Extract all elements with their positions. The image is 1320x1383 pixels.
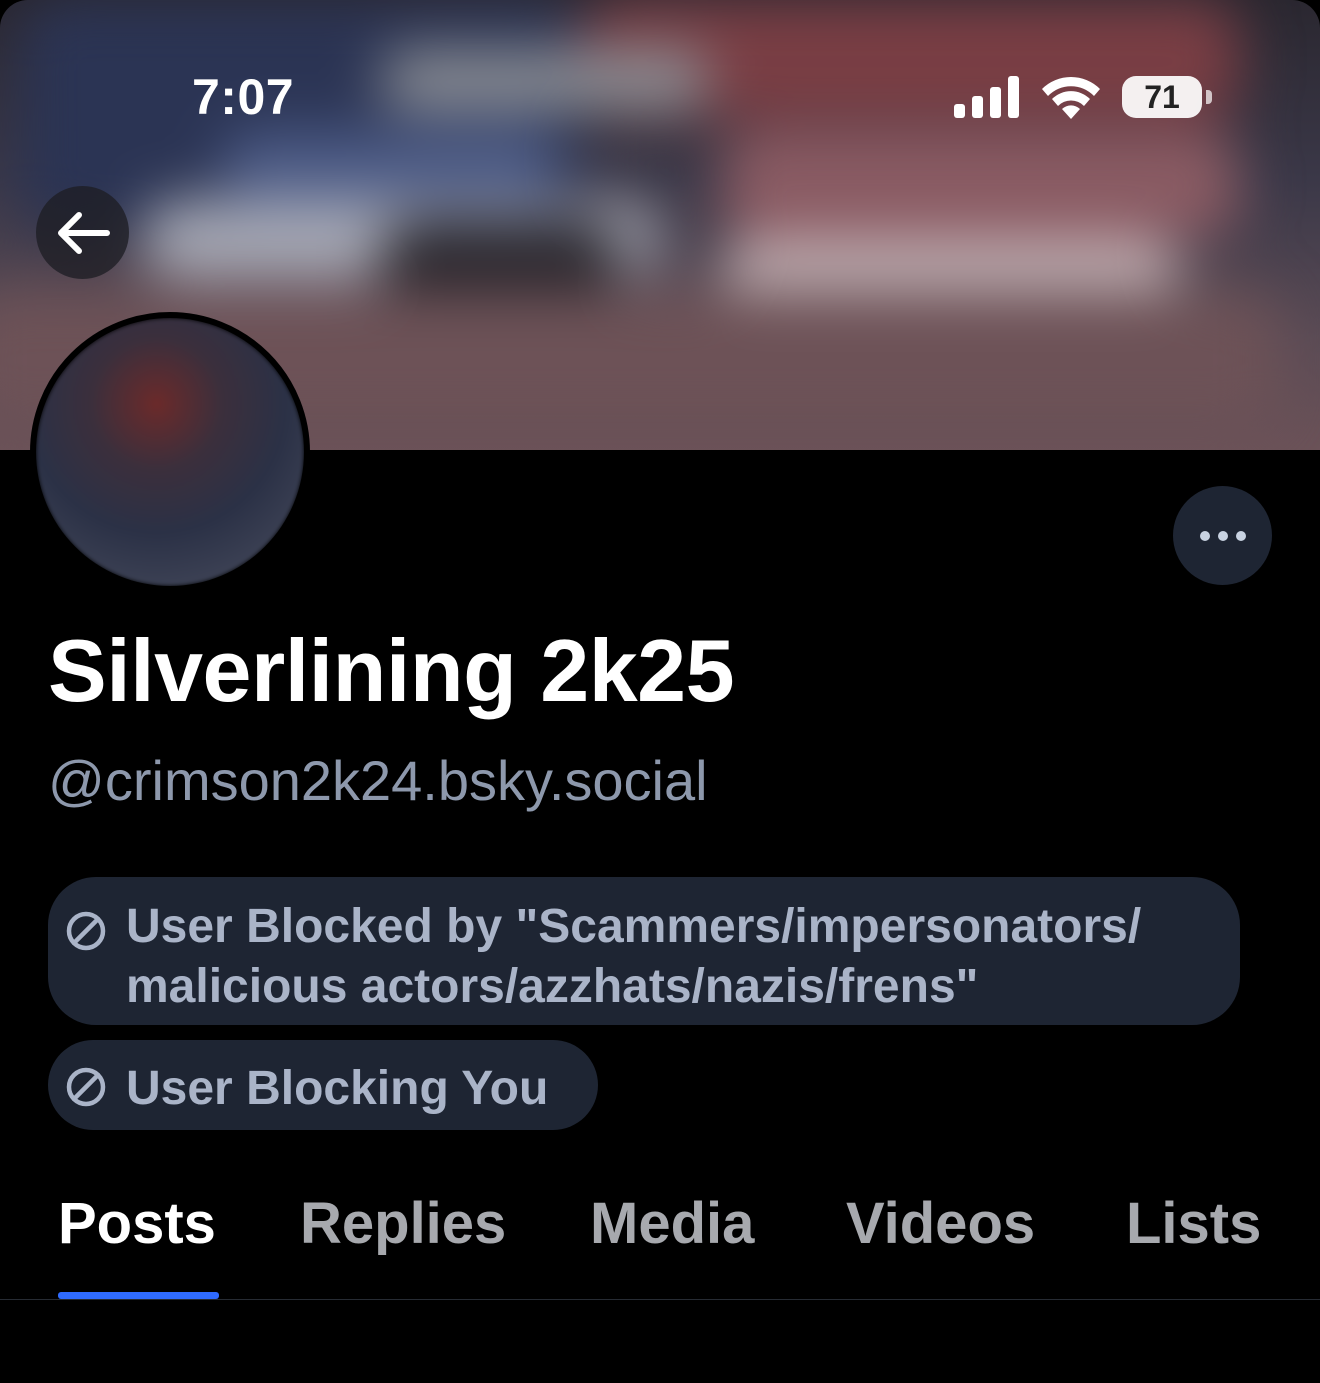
blocked-by-list-label[interactable]: User Blocked by "Scammers/impersonators/… [48,877,1240,1025]
profile-handle: @crimson2k24.bsky.social [48,749,708,812]
cellular-signal-icon [954,76,1019,118]
arrow-left-icon [57,211,110,254]
battery-percentage: 71 [1144,78,1180,115]
battery-icon: 71 [1122,76,1212,118]
wifi-icon [1042,76,1100,119]
blocked-by-list-text: User Blocked by "Scammers/impersonators/… [126,897,1141,1017]
display-name: Silverlining 2k25 [48,621,735,720]
user-blocking-you-label[interactable]: User Blocking You [48,1040,598,1130]
label-line-1: User Blocked by "Scammers/impersonators/ [126,900,1142,953]
ellipsis-icon [1199,530,1210,541]
avatar[interactable] [30,312,310,592]
active-tab-indicator [58,1292,219,1299]
ellipsis-dot [1235,530,1246,541]
status-icons: 71 [954,74,1212,120]
profile-tabs: Posts Replies Media Videos Lists [0,1180,1320,1300]
blocked-icon [66,1067,106,1107]
tab-lists[interactable]: Lists [1126,1190,1261,1257]
tabs-divider [0,1299,1320,1300]
tab-videos[interactable]: Videos [846,1190,1035,1257]
back-button[interactable] [36,186,129,279]
blocked-icon [66,911,106,951]
avatar-image [36,318,304,586]
ellipsis-dot [1217,530,1228,541]
battery-nub [1206,90,1212,104]
label-line-2: malicious actors/azzhats/nazis/frens" [126,960,979,1013]
tab-replies[interactable]: Replies [300,1190,506,1257]
more-options-button[interactable] [1173,486,1272,585]
status-time: 7:07 [192,69,295,125]
tab-posts[interactable]: Posts [58,1190,216,1257]
user-blocking-you-text: User Blocking You [126,1062,549,1115]
tab-media[interactable]: Media [590,1190,754,1257]
